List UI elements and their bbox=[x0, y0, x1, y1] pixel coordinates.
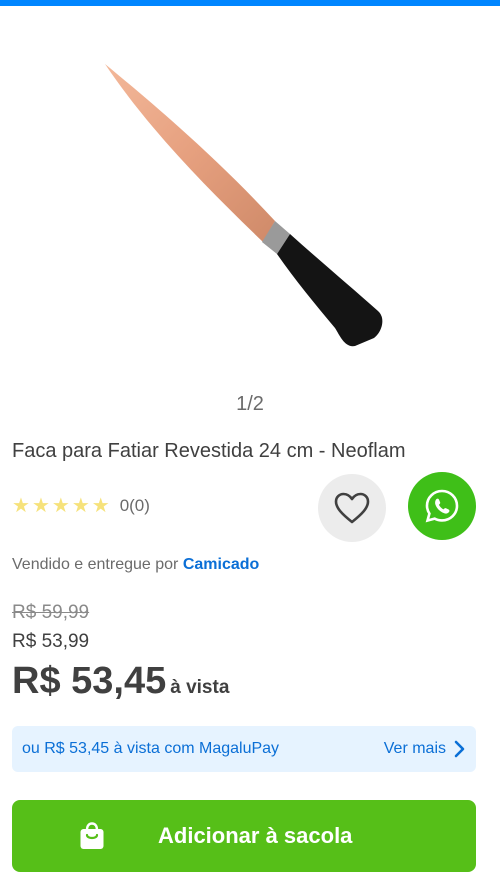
product-rating[interactable]: ★ ★ ★ ★ ★ 0(0) bbox=[12, 494, 150, 518]
add-to-bag-label: Adicionar à sacola bbox=[158, 823, 353, 848]
star-icon: ★ bbox=[31, 495, 50, 517]
favorite-button[interactable] bbox=[318, 474, 386, 542]
star-icon: ★ bbox=[12, 495, 30, 517]
star-icon: ★ bbox=[51, 495, 70, 517]
price-main: R$ 53,45 à vista bbox=[12, 660, 229, 703]
whatsapp-icon bbox=[425, 489, 459, 523]
gallery-pager: 1/2 bbox=[236, 393, 264, 415]
star-icon: ★ bbox=[91, 495, 110, 517]
price-suffix: à vista bbox=[170, 677, 230, 698]
add-to-bag-button[interactable]: Adicionar à sacola bbox=[12, 800, 476, 872]
star-icon: ★ bbox=[71, 495, 90, 517]
product-image-gallery[interactable] bbox=[0, 6, 500, 386]
heart-icon bbox=[334, 492, 370, 524]
product-title: Faca para Fatiar Revestida 24 cm - Neofl… bbox=[12, 440, 406, 462]
magalupay-banner[interactable]: ou R$ 53,45 à vista com MagaluPay Ver ma… bbox=[12, 726, 476, 772]
seller-info: Vendido e entregue por Camicado bbox=[12, 556, 259, 574]
knife-product-image bbox=[105, 64, 383, 347]
rating-stars: ★ ★ ★ ★ ★ bbox=[12, 494, 110, 518]
rating-count: 0(0) bbox=[119, 496, 150, 515]
see-more-label: Ver mais bbox=[383, 740, 446, 757]
magalupay-text: ou R$ 53,45 à vista com MagaluPay bbox=[22, 740, 280, 757]
see-more-link[interactable]: Ver mais bbox=[384, 740, 466, 758]
price-value: R$ 53,45 bbox=[12, 660, 167, 702]
price-old: R$ 59,99 bbox=[12, 602, 90, 623]
seller-link[interactable]: Camicado bbox=[183, 556, 259, 573]
whatsapp-share-button[interactable] bbox=[408, 472, 476, 540]
seller-prefix: Vendido e entregue por bbox=[12, 556, 179, 573]
price-list: R$ 53,99 bbox=[12, 631, 90, 652]
shopping-bag-icon bbox=[80, 822, 104, 849]
chevron-right-icon bbox=[454, 740, 465, 758]
